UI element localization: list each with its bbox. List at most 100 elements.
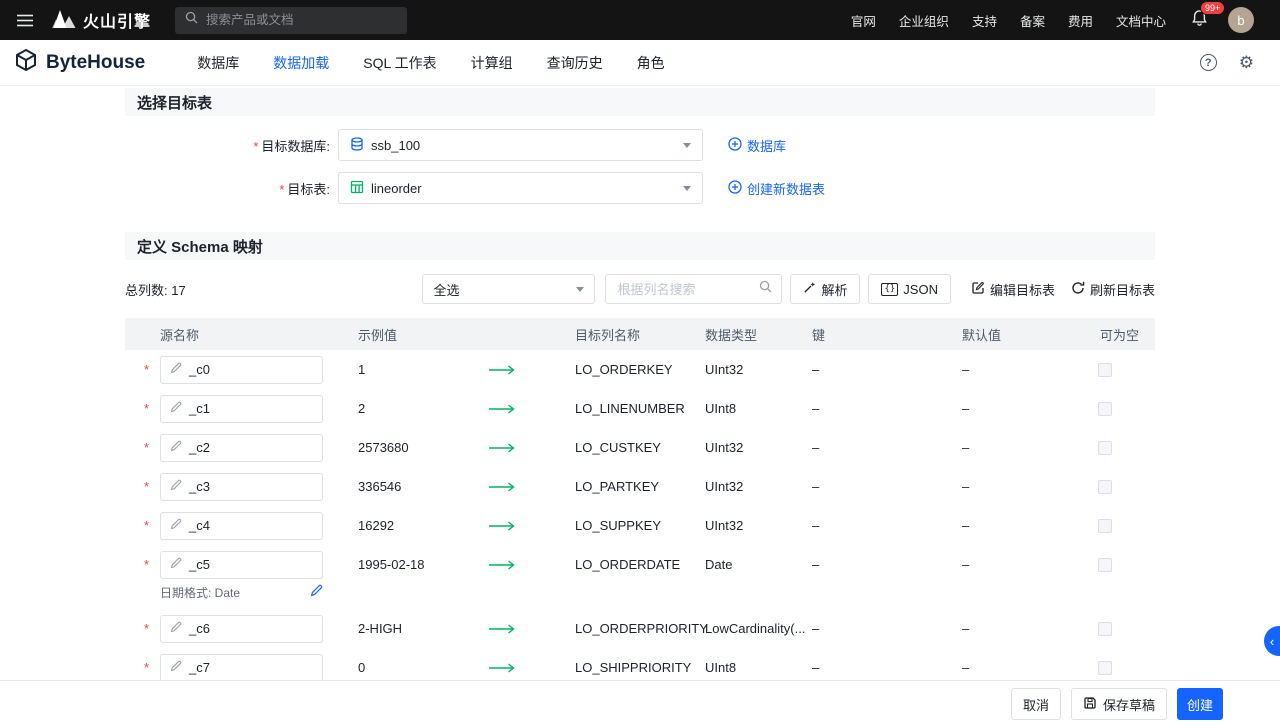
source-name-input[interactable]: _c7 xyxy=(160,654,323,682)
volcengine-brand-name: 火山引擎 xyxy=(83,8,151,32)
bytehouse-navbar: ByteHouse 数据库 数据加载 SQL 工作表 计算组 查询历史 角色 ?… xyxy=(0,40,1280,86)
col-header-source: 源名称 xyxy=(160,325,335,344)
topbar-link-support[interactable]: 支持 xyxy=(972,11,997,30)
schema-section-title: 定义 Schema 映射 xyxy=(125,232,1155,260)
target-column-name: LO_CUSTKEY xyxy=(575,428,705,467)
source-name-input[interactable]: _c0 xyxy=(160,356,323,384)
sample-value: 1 xyxy=(335,350,485,389)
col-header-target: 目标列名称 xyxy=(575,325,705,344)
required-asterisk: * xyxy=(144,557,149,572)
cancel-button[interactable]: 取消 xyxy=(1011,688,1061,720)
bytehouse-brand-name: ByteHouse xyxy=(46,52,145,74)
notification-bell[interactable]: 99+ xyxy=(1191,9,1208,31)
main-content: 选择目标表 *目标数据库: ssb_100 数据库 *目标表: xyxy=(0,86,1280,727)
nullable-checkbox[interactable] xyxy=(1098,402,1112,416)
nav-item-data-loading[interactable]: 数据加载 xyxy=(273,53,329,73)
volcengine-logo-icon xyxy=(51,8,77,33)
default-value: – xyxy=(962,350,1098,389)
default-value: – xyxy=(962,545,1098,584)
target-table-row: *目标表: lineorder 创建新数据表 xyxy=(125,172,1155,204)
help-icon[interactable]: ? xyxy=(1200,54,1217,71)
create-table-link[interactable]: 创建新数据表 xyxy=(728,179,825,198)
mapping-arrow-icon xyxy=(488,442,516,454)
required-asterisk: * xyxy=(144,440,149,455)
sample-value: 336546 xyxy=(335,467,485,506)
source-name-input[interactable]: _c1 xyxy=(160,395,323,423)
nullable-checkbox[interactable] xyxy=(1098,661,1112,675)
nav-item-query-history[interactable]: 查询历史 xyxy=(547,53,603,73)
schema-table-body: * _c0 1 LO_ORDERK xyxy=(125,350,1155,687)
chevron-down-icon xyxy=(683,143,691,148)
bytehouse-logo-icon xyxy=(14,48,38,77)
top-search[interactable] xyxy=(175,7,407,34)
target-column-name: LO_ORDERDATE xyxy=(575,545,705,584)
edit-date-format-icon[interactable] xyxy=(310,584,323,602)
source-name-input[interactable]: _c6 xyxy=(160,615,323,643)
topbar-link-billing[interactable]: 费用 xyxy=(1068,11,1093,30)
nullable-checkbox[interactable] xyxy=(1098,622,1112,636)
json-braces-icon: {} xyxy=(881,283,898,296)
target-column-name: LO_ORDERKEY xyxy=(575,350,705,389)
nav-item-databases[interactable]: 数据库 xyxy=(197,53,239,73)
chevron-down-icon xyxy=(683,186,691,191)
nullable-checkbox[interactable] xyxy=(1098,558,1112,572)
search-icon xyxy=(185,11,198,29)
mapping-arrow-icon xyxy=(488,364,516,376)
schema-table-row: * _c2 2573680 LO_ xyxy=(125,428,1155,467)
refresh-icon xyxy=(1071,281,1085,298)
nullable-checkbox[interactable] xyxy=(1098,480,1112,494)
total-columns-label: 总列数: xyxy=(125,283,168,298)
refresh-target-table-button[interactable]: 刷新目标表 xyxy=(1071,280,1155,299)
data-type-value: Date xyxy=(705,545,812,584)
data-type-value: UInt32 xyxy=(705,467,812,506)
topbar-link-enterprise-org[interactable]: 企业组织 xyxy=(899,11,949,30)
volcengine-logo[interactable]: 火山引擎 xyxy=(51,8,151,33)
target-column-name: LO_ORDERPRIORITY xyxy=(575,609,705,648)
source-name-input[interactable]: _c4 xyxy=(160,512,323,540)
nullable-checkbox[interactable] xyxy=(1098,519,1112,533)
nullable-checkbox[interactable] xyxy=(1098,363,1112,377)
save-draft-button[interactable]: 保存草稿 xyxy=(1071,688,1167,720)
bytehouse-logo[interactable]: ByteHouse xyxy=(14,48,145,77)
gear-icon[interactable]: ⚙ xyxy=(1239,54,1254,71)
source-name-input[interactable]: _c5 xyxy=(160,551,323,579)
navbar-actions: ? ⚙ xyxy=(1200,54,1254,71)
topbar-link-official-site[interactable]: 官网 xyxy=(851,11,876,30)
hamburger-menu-icon[interactable] xyxy=(13,8,37,32)
parse-button[interactable]: 解析 xyxy=(790,274,860,304)
edit-target-table-button[interactable]: 编辑目标表 xyxy=(971,280,1055,299)
table-icon xyxy=(350,180,364,197)
topbar-links: 官网 企业组织 支持 备案 费用 文档中心 xyxy=(851,11,1166,30)
col-header-sample: 示例值 xyxy=(335,325,485,344)
required-asterisk: * xyxy=(144,362,149,377)
user-avatar[interactable]: b xyxy=(1228,7,1254,33)
nav-item-compute-groups[interactable]: 计算组 xyxy=(471,53,513,73)
edit-pencil-icon xyxy=(170,479,182,494)
select-target-section-title: 选择目标表 xyxy=(125,88,1155,116)
required-asterisk: * xyxy=(144,401,149,416)
target-table-select[interactable]: lineorder xyxy=(338,172,703,204)
top-search-input[interactable] xyxy=(206,13,397,27)
source-name-input[interactable]: _c3 xyxy=(160,473,323,501)
target-database-select[interactable]: ssb_100 xyxy=(338,129,703,161)
nav-item-sql-worksheet[interactable]: SQL 工作表 xyxy=(363,53,436,73)
select-all-dropdown[interactable]: 全选 xyxy=(422,274,595,304)
source-name-input[interactable]: _c2 xyxy=(160,434,323,462)
required-asterisk: * xyxy=(144,621,149,636)
key-value: – xyxy=(812,545,962,584)
column-search-input[interactable] xyxy=(617,282,759,297)
create-button[interactable]: 创建 xyxy=(1177,688,1223,720)
nullable-checkbox[interactable] xyxy=(1098,441,1112,455)
topbar-link-docs-center[interactable]: 文档中心 xyxy=(1116,11,1166,30)
data-type-value: UInt32 xyxy=(705,506,812,545)
nav-item-roles[interactable]: 角色 xyxy=(637,53,665,73)
edit-square-icon xyxy=(971,281,985,298)
topbar-link-filing[interactable]: 备案 xyxy=(1020,11,1045,30)
key-value: – xyxy=(812,467,962,506)
schema-table-header: 源名称 示例值 目标列名称 数据类型 键 默认值 可为空 xyxy=(125,318,1155,350)
column-search[interactable] xyxy=(605,274,782,304)
date-format-note: 日期格式: Date xyxy=(160,584,323,602)
json-button[interactable]: {} JSON xyxy=(868,274,951,304)
database-icon xyxy=(350,137,364,154)
create-database-link[interactable]: 数据库 xyxy=(728,136,786,155)
